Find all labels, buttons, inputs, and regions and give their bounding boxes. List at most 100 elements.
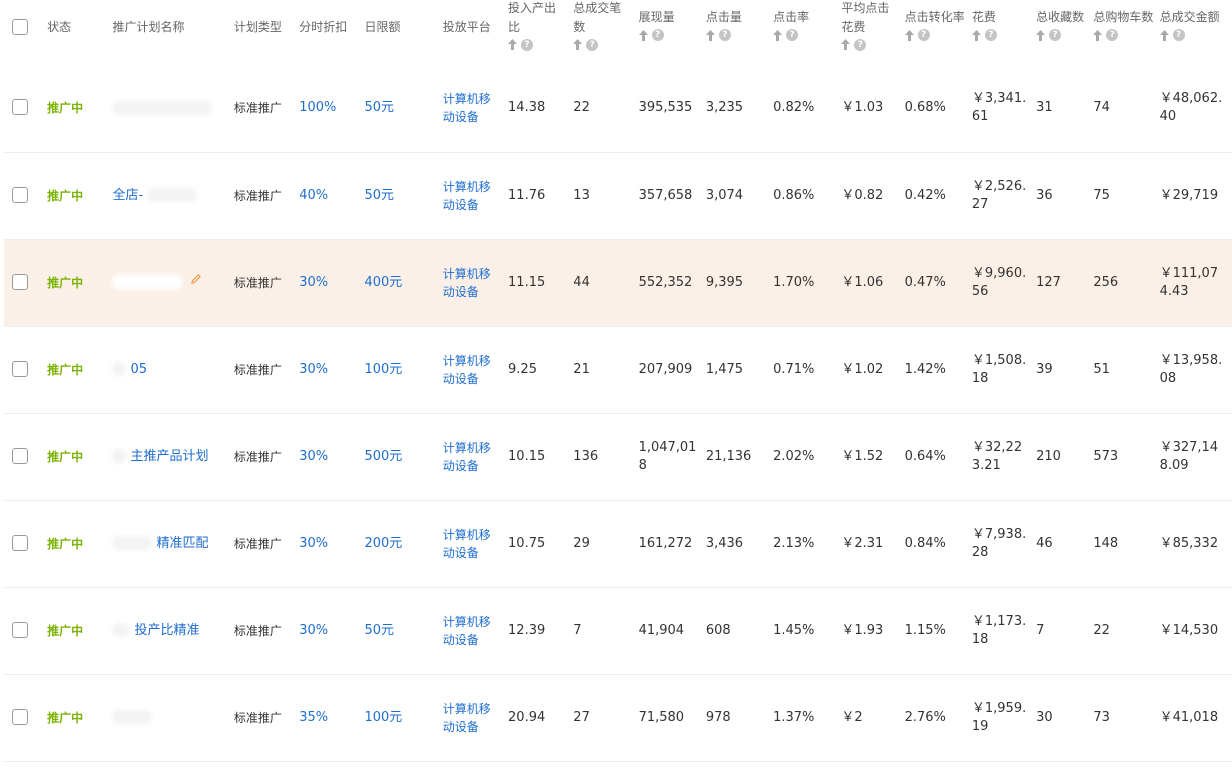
roi-value: 12.39 — [508, 622, 546, 638]
table-row[interactable]: 推广中 投产比精准 标准推广 30% 50元 计算机移动设备 12.39 7 4… — [4, 587, 1232, 674]
arrow-up-icon[interactable] — [1093, 29, 1103, 41]
discount-link[interactable]: 30% — [299, 500, 364, 587]
col-clicks[interactable]: 点击量? — [705, 0, 773, 65]
discount-link[interactable]: 100% — [299, 65, 364, 152]
arrow-up-icon[interactable] — [904, 29, 914, 41]
table-row[interactable]: 推广中 主推产品计划 标准推广 30% 500元 计算机移动设备 10.15 1… — [4, 413, 1232, 500]
arrow-up-icon[interactable] — [1036, 29, 1046, 41]
table-row[interactable]: 推广中 标准推广 35% 100元 计算机移动设备 20.94 27 71,58… — [4, 674, 1232, 761]
platform-link[interactable]: 计算机移动设备 — [443, 587, 508, 674]
row-checkbox[interactable] — [12, 447, 28, 464]
col-cvr[interactable]: 点击转化率? — [904, 0, 972, 65]
clicks-value: 3,235 — [705, 100, 744, 116]
campaign-name-cell[interactable] — [112, 65, 233, 152]
campaign-name[interactable]: 精准匹配 — [156, 536, 208, 551]
impressions-value: 71,580 — [638, 709, 685, 725]
campaign-name-cell[interactable] — [112, 674, 233, 761]
row-checkbox[interactable] — [12, 186, 28, 203]
col-orders[interactable]: 总成交笔数? — [573, 0, 638, 65]
question-icon[interactable]: ? — [718, 29, 731, 42]
col-carts[interactable]: 总购物车数? — [1093, 0, 1159, 65]
discount-link[interactable]: 30% — [299, 413, 364, 500]
budget-link[interactable]: 50元 — [364, 65, 442, 152]
campaign-name[interactable]: 05 — [130, 362, 147, 377]
budget-link[interactable]: 100元 — [364, 674, 442, 761]
row-checkbox[interactable] — [12, 621, 28, 638]
platform-link[interactable]: 计算机移动设备 — [443, 674, 508, 761]
question-icon[interactable]: ? — [1172, 29, 1185, 42]
question-icon[interactable]: ? — [984, 29, 997, 42]
campaign-name-cell[interactable]: 投产比精准 — [112, 587, 233, 674]
row-checkbox[interactable] — [12, 708, 28, 725]
platform-link[interactable]: 计算机移动设备 — [443, 239, 508, 326]
campaign-name[interactable]: 投产比精准 — [134, 623, 199, 638]
campaign-name-cell[interactable]: 主推产品计划 — [112, 413, 233, 500]
row-checkbox[interactable] — [12, 360, 28, 377]
gmv-value: ￥13,958.08 — [1159, 352, 1223, 386]
discount-link[interactable]: 30% — [299, 326, 364, 413]
campaign-name[interactable]: 全店- — [112, 188, 143, 203]
pencil-icon[interactable] — [190, 273, 202, 291]
platform-link[interactable]: 计算机移动设备 — [443, 152, 508, 239]
budget-link[interactable]: 200元 — [364, 500, 442, 587]
col-favorites[interactable]: 总收藏数? — [1036, 0, 1093, 65]
question-icon[interactable]: ? — [786, 29, 799, 42]
clicks-value: 9,395 — [705, 274, 744, 290]
question-icon[interactable]: ? — [1049, 29, 1062, 42]
campaign-name-cell[interactable] — [112, 239, 233, 326]
discount-link[interactable]: 35% — [299, 674, 364, 761]
arrow-up-icon[interactable] — [971, 29, 981, 41]
discount-link[interactable]: 30% — [299, 587, 364, 674]
budget-link[interactable]: 100元 — [364, 326, 442, 413]
discount-link[interactable]: 40% — [299, 152, 364, 239]
col-cost[interactable]: 花费? — [971, 0, 1036, 65]
table-row[interactable]: 推广中 全店- 标准推广 40% 50元 计算机移动设备 11.76 13 35… — [4, 152, 1232, 239]
arrow-up-icon[interactable] — [638, 29, 648, 41]
question-icon[interactable]: ? — [586, 38, 599, 51]
favorites-value: 210 — [1036, 448, 1061, 464]
campaign-name-cell[interactable]: 05 — [112, 326, 233, 413]
question-icon[interactable]: ? — [651, 29, 664, 42]
cost-value: ￥3,341.61 — [971, 91, 1027, 125]
select-all-checkbox[interactable] — [12, 18, 28, 35]
campaign-name-cell[interactable]: 全店- — [112, 152, 233, 239]
question-icon[interactable]: ? — [521, 38, 534, 51]
question-icon[interactable]: ? — [1106, 29, 1119, 42]
arrow-up-icon[interactable] — [841, 39, 851, 51]
cvr-value: 0.42% — [904, 187, 946, 203]
redacted-name — [112, 100, 213, 115]
budget-link[interactable]: 500元 — [364, 413, 442, 500]
clicks-value: 3,436 — [705, 535, 744, 551]
budget-link[interactable]: 50元 — [364, 152, 442, 239]
platform-link[interactable]: 计算机移动设备 — [443, 326, 508, 413]
budget-link[interactable]: 400元 — [364, 239, 442, 326]
arrow-up-icon[interactable] — [773, 29, 783, 41]
col-cpc[interactable]: 平均点击花费? — [841, 0, 904, 65]
col-impressions[interactable]: 展现量? — [638, 0, 706, 65]
row-checkbox[interactable] — [12, 99, 28, 116]
table-row[interactable]: 推广中 05 标准推广 30% 100元 计算机移动设备 9.25 21 207… — [4, 326, 1232, 413]
question-icon[interactable]: ? — [917, 29, 930, 42]
arrow-up-icon[interactable] — [573, 39, 583, 51]
platform-link[interactable]: 计算机移动设备 — [443, 413, 508, 500]
row-checkbox[interactable] — [12, 273, 28, 290]
arrow-up-icon[interactable] — [508, 39, 518, 51]
table-row[interactable]: 推广中 标准推广 30% 400元 计算机移动设备 11.15 44 552,3… — [4, 239, 1232, 326]
col-roi[interactable]: 投入产出比? — [508, 0, 573, 65]
arrow-up-icon[interactable] — [1159, 29, 1169, 41]
campaign-name[interactable]: 主推产品计划 — [130, 449, 208, 464]
cvr-value: 1.42% — [904, 361, 946, 377]
row-checkbox[interactable] — [12, 534, 28, 551]
budget-link[interactable]: 50元 — [364, 587, 442, 674]
col-gmv[interactable]: 总成交金额? — [1159, 0, 1232, 65]
table-row[interactable]: 推广中 标准推广 100% 50元 计算机移动设备 14.38 22 395,5… — [4, 65, 1232, 152]
campaign-name-cell[interactable]: 精准匹配 — [112, 500, 233, 587]
platform-link[interactable]: 计算机移动设备 — [443, 65, 508, 152]
arrow-up-icon[interactable] — [705, 29, 715, 41]
question-icon[interactable]: ? — [854, 38, 867, 51]
col-ctr[interactable]: 点击率? — [773, 0, 841, 65]
table-row[interactable]: 推广中 精准匹配 标准推广 30% 200元 计算机移动设备 10.75 29 … — [4, 500, 1232, 587]
col-carts-label: 总购物车数 — [1093, 10, 1154, 25]
platform-link[interactable]: 计算机移动设备 — [443, 500, 508, 587]
discount-link[interactable]: 30% — [299, 239, 364, 326]
